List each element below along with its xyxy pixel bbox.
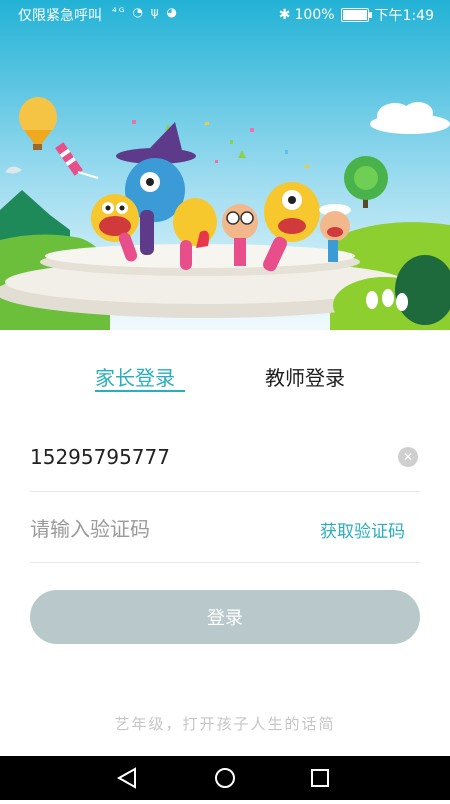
battery-icon [340, 8, 372, 22]
signal-wifi-usb-wechat-icon: ⁴ᴳ ◔ ψ ◕ [112, 5, 179, 19]
divider [30, 491, 420, 492]
status-text: 仅限紧急呼叫 [18, 8, 102, 24]
back-icon[interactable] [97, 756, 157, 800]
phone-input[interactable] [30, 440, 390, 474]
battery-percent: 100% [294, 7, 335, 23]
tab-teacher-login[interactable]: 教师登录 [265, 362, 345, 391]
login-type-tabs: 家长登录 教师登录 [0, 362, 450, 402]
divider [30, 562, 420, 563]
home-icon[interactable] [195, 756, 255, 800]
bluetooth-icon: ✱ [278, 7, 291, 23]
login-button[interactable]: 登录 [30, 590, 420, 644]
tab-parent-login[interactable]: 家长登录 [95, 362, 175, 391]
active-tab-indicator [95, 390, 185, 392]
recent-apps-icon[interactable] [290, 756, 350, 800]
navigation-bar [0, 756, 450, 800]
verification-code-input[interactable] [30, 512, 300, 546]
banner-illustration [0, 0, 450, 330]
get-verification-code-button[interactable]: 获取验证码 [320, 517, 405, 542]
status-time: 下午1:49 [374, 8, 434, 24]
banner-artwork [0, 0, 450, 330]
status-right: ✱ 100% 下午1:49 [279, 5, 434, 25]
clear-icon[interactable]: ✕ [398, 447, 418, 467]
status-bar: 仅限紧急呼叫 ⁴ᴳ ◔ ψ ◕ ✱ 100% 下午1:49 [0, 0, 450, 28]
slogan-text: 艺年级，打开孩子人生的话简 [114, 715, 336, 733]
